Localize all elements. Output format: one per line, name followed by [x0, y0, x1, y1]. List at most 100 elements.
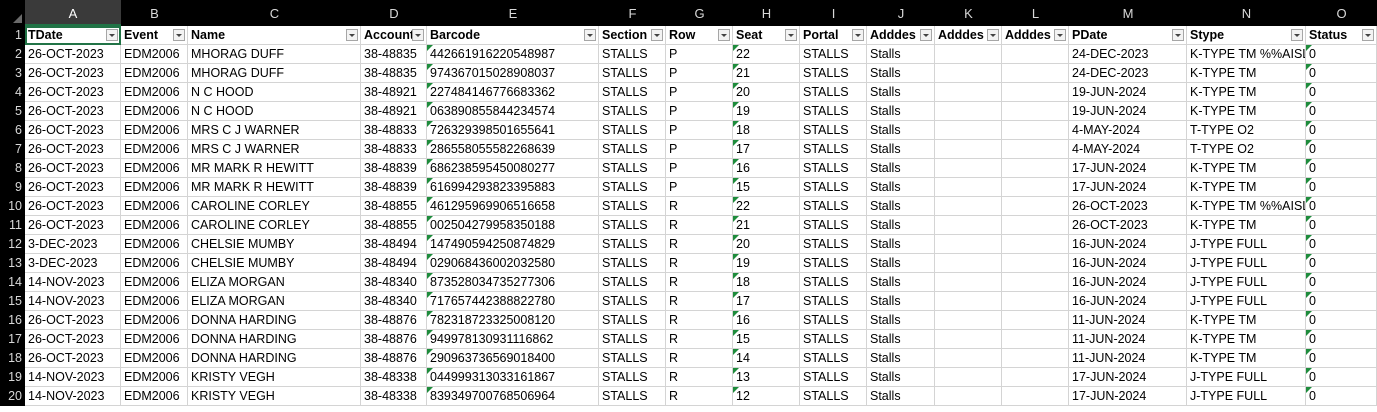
filter-dropdown-icon[interactable]	[1291, 29, 1303, 41]
table-cell[interactable]: 16-JUN-2024	[1069, 292, 1187, 311]
table-cell[interactable]: 686238595450080277	[427, 159, 599, 178]
table-cell[interactable]: 726329398501655641	[427, 121, 599, 140]
table-cell[interactable]: STALLS	[800, 311, 867, 330]
table-cell[interactable]: 12	[733, 387, 800, 406]
table-cell[interactable]: 26-OCT-2023	[25, 197, 121, 216]
table-cell[interactable]: 26-OCT-2023	[25, 178, 121, 197]
table-cell[interactable]: 26-OCT-2023	[1069, 197, 1187, 216]
header-cell-f[interactable]: Section	[599, 26, 666, 45]
table-cell[interactable]: STALLS	[800, 330, 867, 349]
table-cell[interactable]	[1002, 216, 1069, 235]
table-cell[interactable]: KRISTY VEGH	[188, 368, 361, 387]
table-cell[interactable]: 442661916220548987	[427, 45, 599, 64]
table-cell[interactable]: Stalls	[867, 64, 935, 83]
table-cell[interactable]: R	[666, 273, 733, 292]
table-cell[interactable]: R	[666, 216, 733, 235]
table-cell[interactable]: 0	[1306, 178, 1377, 197]
row-number[interactable]: 1	[0, 26, 25, 45]
table-cell[interactable]: P	[666, 178, 733, 197]
table-cell[interactable]	[1002, 330, 1069, 349]
table-cell[interactable]: 26-OCT-2023	[25, 216, 121, 235]
table-cell[interactable]: R	[666, 349, 733, 368]
table-cell[interactable]: EDM2006	[121, 311, 188, 330]
filter-dropdown-icon[interactable]	[987, 29, 999, 41]
table-cell[interactable]: STALLS	[599, 273, 666, 292]
table-cell[interactable]: 38-48855	[361, 197, 427, 216]
table-cell[interactable]: N C HOOD	[188, 102, 361, 121]
table-cell[interactable]: Stalls	[867, 254, 935, 273]
table-cell[interactable]: 24-DEC-2023	[1069, 45, 1187, 64]
table-cell[interactable]: P	[666, 121, 733, 140]
table-cell[interactable]: EDM2006	[121, 83, 188, 102]
table-cell[interactable]: MR MARK R HEWITT	[188, 159, 361, 178]
table-cell[interactable]: 38-48494	[361, 254, 427, 273]
table-cell[interactable]: 26-OCT-2023	[25, 83, 121, 102]
table-cell[interactable]: 26-OCT-2023	[25, 102, 121, 121]
table-cell[interactable]: 20	[733, 83, 800, 102]
table-cell[interactable]: 147490594250874829	[427, 235, 599, 254]
table-cell[interactable]: 20	[733, 235, 800, 254]
table-cell[interactable]: STALLS	[800, 83, 867, 102]
row-number[interactable]: 17	[0, 330, 25, 349]
row-number[interactable]: 8	[0, 159, 25, 178]
column-header-e[interactable]: E	[427, 0, 599, 26]
table-cell[interactable]: STALLS	[599, 387, 666, 406]
table-cell[interactable]: 044999313033161867	[427, 368, 599, 387]
table-cell[interactable]: 38-48835	[361, 45, 427, 64]
table-cell[interactable]: K-TYPE TM	[1187, 102, 1306, 121]
table-cell[interactable]: 0	[1306, 45, 1377, 64]
table-cell[interactable]: STALLS	[599, 64, 666, 83]
table-cell[interactable]: Stalls	[867, 140, 935, 159]
table-cell[interactable]	[935, 254, 1002, 273]
header-cell-g[interactable]: Row	[666, 26, 733, 45]
table-cell[interactable]: STALLS	[599, 197, 666, 216]
table-cell[interactable]: 22	[733, 45, 800, 64]
table-cell[interactable]: 17-JUN-2024	[1069, 387, 1187, 406]
table-cell[interactable]: R	[666, 330, 733, 349]
table-cell[interactable]: 38-48839	[361, 159, 427, 178]
table-cell[interactable]	[1002, 45, 1069, 64]
table-cell[interactable]	[935, 349, 1002, 368]
table-cell[interactable]: EDM2006	[121, 159, 188, 178]
table-cell[interactable]: 3-DEC-2023	[25, 254, 121, 273]
column-header-g[interactable]: G	[666, 0, 733, 26]
column-header-o[interactable]: O	[1306, 0, 1377, 26]
table-cell[interactable]: EDM2006	[121, 64, 188, 83]
table-cell[interactable]: 38-48338	[361, 387, 427, 406]
table-cell[interactable]: 029068436002032580	[427, 254, 599, 273]
table-cell[interactable]: STALLS	[800, 159, 867, 178]
table-cell[interactable]: 26-OCT-2023	[25, 311, 121, 330]
row-number[interactable]: 15	[0, 292, 25, 311]
header-cell-n[interactable]: Stype	[1187, 26, 1306, 45]
table-cell[interactable]	[1002, 292, 1069, 311]
table-cell[interactable]: 19-JUN-2024	[1069, 102, 1187, 121]
row-number[interactable]: 7	[0, 140, 25, 159]
table-cell[interactable]: J-TYPE FULL	[1187, 387, 1306, 406]
row-number[interactable]: 13	[0, 254, 25, 273]
table-cell[interactable]	[1002, 121, 1069, 140]
table-cell[interactable]: STALLS	[599, 368, 666, 387]
select-all-button[interactable]	[0, 0, 25, 26]
table-cell[interactable]	[935, 216, 1002, 235]
table-cell[interactable]: 18	[733, 121, 800, 140]
table-cell[interactable]: CHELSIE MUMBY	[188, 254, 361, 273]
filter-dropdown-icon[interactable]	[106, 29, 118, 41]
table-cell[interactable]: 0	[1306, 368, 1377, 387]
table-cell[interactable]: ELIZA MORGAN	[188, 273, 361, 292]
column-header-k[interactable]: K	[935, 0, 1002, 26]
table-cell[interactable]: N C HOOD	[188, 83, 361, 102]
table-cell[interactable]	[935, 64, 1002, 83]
table-cell[interactable]: EDM2006	[121, 102, 188, 121]
table-cell[interactable]: 19	[733, 254, 800, 273]
header-cell-i[interactable]: Portal	[800, 26, 867, 45]
table-cell[interactable]: 974367015028908037	[427, 64, 599, 83]
table-cell[interactable]: STALLS	[800, 254, 867, 273]
header-cell-d[interactable]: Account	[361, 26, 427, 45]
filter-dropdown-icon[interactable]	[1172, 29, 1184, 41]
table-cell[interactable]: 14	[733, 349, 800, 368]
table-cell[interactable]: 15	[733, 330, 800, 349]
table-cell[interactable]: MHORAG DUFF	[188, 45, 361, 64]
table-cell[interactable]: R	[666, 387, 733, 406]
table-cell[interactable]: 17-JUN-2024	[1069, 368, 1187, 387]
header-cell-l[interactable]: Adddes	[1002, 26, 1069, 45]
